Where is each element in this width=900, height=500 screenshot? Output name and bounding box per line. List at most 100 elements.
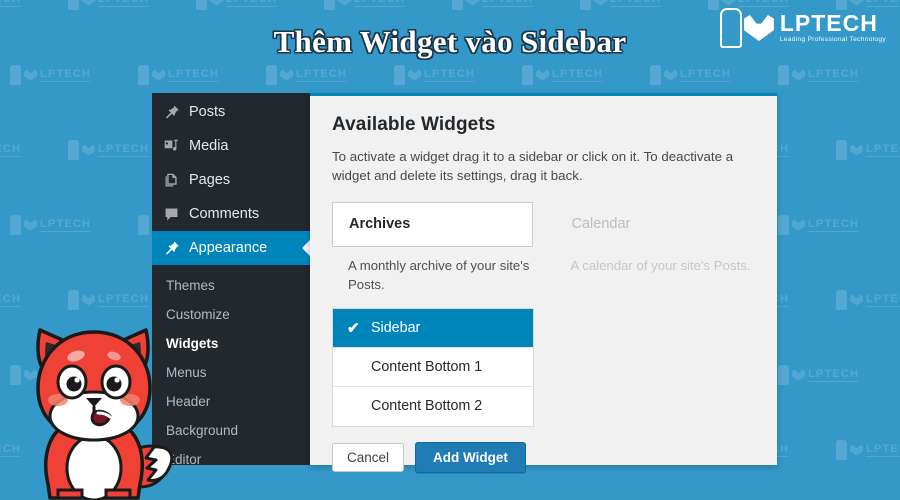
panel-actions: Cancel Add Widget (332, 441, 755, 474)
sidebar-item-pages[interactable]: Pages (152, 163, 310, 197)
watermark-tile: LPTECH (10, 215, 92, 235)
sidebar-item-media[interactable]: Media (152, 129, 310, 163)
watermark-mark-icon (580, 0, 591, 10)
sidebar-target-select[interactable]: ✔ Sidebar Content Bottom 1 Content Bottom 2 (332, 307, 534, 427)
watermark-tile: LPTECH (324, 0, 406, 10)
sidebar-item-posts[interactable]: Posts (152, 95, 310, 129)
watermark-mark-icon (68, 140, 79, 160)
lptech-logo-mark-icon (719, 8, 742, 48)
watermark-mark-icon (138, 65, 149, 85)
watermark-mark-icon (778, 365, 789, 385)
watermark-label: LPTECH (98, 143, 150, 157)
watermark-label: LPTECH (808, 218, 860, 232)
comment-icon (162, 205, 180, 223)
watermark-label: LPTECH (610, 0, 662, 7)
submenu-item-widgets[interactable]: Widgets (152, 329, 310, 358)
sidebar-item-label: Pages (189, 172, 231, 188)
watermark-mark-icon (138, 215, 149, 235)
available-widgets-panel: Available Widgets To activate a widget d… (310, 93, 777, 474)
watermark-tile: LPTECH (650, 65, 732, 85)
watermark-fox-icon (82, 0, 95, 6)
watermark-label: LPTECH (482, 0, 534, 7)
media-icon (162, 137, 180, 155)
submenu-item-editor[interactable]: Editor (152, 445, 310, 465)
sidebar-option-content-bottom-2[interactable]: Content Bottom 2 (333, 387, 533, 426)
watermark-label: LPTECH (738, 0, 790, 7)
watermark-fox-icon (664, 69, 677, 81)
watermark-tile: LPTECH (836, 140, 900, 160)
watermark-tile: LPTECH (778, 65, 860, 85)
cancel-button[interactable]: Cancel (332, 442, 405, 473)
watermark-label: LPTECH (866, 293, 900, 307)
widget-card-list: Archives A monthly archive of your site's… (332, 201, 756, 294)
sidebar-option-sidebar[interactable]: ✔ Sidebar (333, 308, 533, 348)
sidebar-top-menu: Posts Media Pages Comments Appearance (152, 95, 310, 265)
watermark-mark-icon (266, 65, 277, 85)
pushpin-icon (162, 103, 180, 121)
sidebar-item-comments[interactable]: Comments (152, 197, 310, 231)
submenu-item-customize[interactable]: Customize (152, 300, 310, 329)
watermark-mark-icon (650, 65, 661, 85)
watermark-label: LPTECH (168, 68, 220, 82)
watermark-tile: LPTECH (836, 440, 900, 460)
watermark-fox-icon (210, 0, 223, 6)
widget-card-description: A calendar of your site's Posts. (570, 257, 751, 273)
watermark-tile: LPTECH (580, 0, 662, 10)
watermark-label: LPTECH (866, 443, 900, 457)
watermark-tile: LPTECH (10, 65, 92, 85)
watermark-mark-icon (778, 215, 789, 235)
sidebar-option-content-bottom-1[interactable]: Content Bottom 1 (333, 348, 533, 387)
watermark-label: LPTECH (0, 0, 22, 7)
watermark-label: LPTECH (808, 368, 860, 382)
watermark-fox-icon (850, 294, 863, 306)
watermark-fox-icon (408, 69, 421, 81)
sidebar-item-label: Comments (189, 206, 260, 222)
watermark-fox-icon (280, 69, 293, 81)
watermark-fox-icon (792, 219, 805, 231)
watermark-tile: LPTECH (778, 365, 860, 385)
pages-icon (162, 171, 180, 189)
sidebar-item-appearance[interactable]: Appearance (152, 231, 310, 265)
submenu-item-themes[interactable]: Themes (152, 271, 310, 300)
appearance-submenu: Themes Customize Widgets Menus Header Backgro… (152, 265, 310, 465)
watermark-mark-icon (394, 65, 405, 85)
watermark-label: LPTECH (40, 68, 92, 82)
watermark-fox-icon (152, 69, 165, 81)
watermark-label: LPTECH (226, 0, 278, 7)
watermark-mark-icon (10, 65, 21, 85)
watermark-fox-icon (594, 0, 607, 6)
panel-description: To activate a widget drag it to a sideba… (332, 149, 734, 184)
watermark-label: LPTECH (296, 68, 348, 82)
watermark-fox-icon (338, 0, 351, 6)
watermark-tile: LPTECH (68, 140, 150, 160)
panel-heading: Available Widgets (332, 114, 496, 135)
watermark-tile: LPTECH (452, 0, 534, 10)
lptech-logo-name: LPTECH (779, 10, 878, 37)
lptech-logo: LPTECH Leading Professional Technology (719, 8, 886, 48)
watermark-label: LPTECH (40, 218, 92, 232)
sidebar-option-label: Content Bottom 2 (371, 398, 483, 415)
submenu-item-menus[interactable]: Menus (152, 358, 310, 387)
watermark-label: LPTECH (680, 68, 732, 82)
watermark-tile: LPTECH (778, 215, 860, 235)
watermark-fox-icon (722, 0, 735, 6)
widget-card-calendar[interactable]: Calendar (555, 202, 756, 247)
watermark-tile: LPTECH (196, 0, 278, 10)
watermark-tile: LPTECH (266, 65, 348, 85)
brush-icon (162, 239, 180, 257)
watermark-mark-icon (452, 0, 463, 10)
sidebar-item-label: Posts (189, 104, 226, 120)
submenu-item-background[interactable]: Background (152, 416, 310, 445)
watermark-fox-icon (850, 144, 863, 156)
submenu-item-header[interactable]: Header (152, 387, 310, 416)
watermark-label: LPTECH (98, 0, 150, 7)
watermark-mark-icon (836, 440, 847, 460)
watermark-fox-icon (24, 219, 37, 231)
watermark-mark-icon (836, 290, 847, 310)
watermark-mark-icon (324, 0, 335, 10)
watermark-mark-icon (778, 65, 789, 85)
wp-admin-sidebar: Posts Media Pages Comments Appearance Themes… (152, 93, 310, 465)
widget-card-archives[interactable]: Archives (332, 201, 533, 247)
add-widget-button[interactable]: Add Widget (415, 441, 526, 474)
watermark-fox-icon (466, 0, 479, 6)
